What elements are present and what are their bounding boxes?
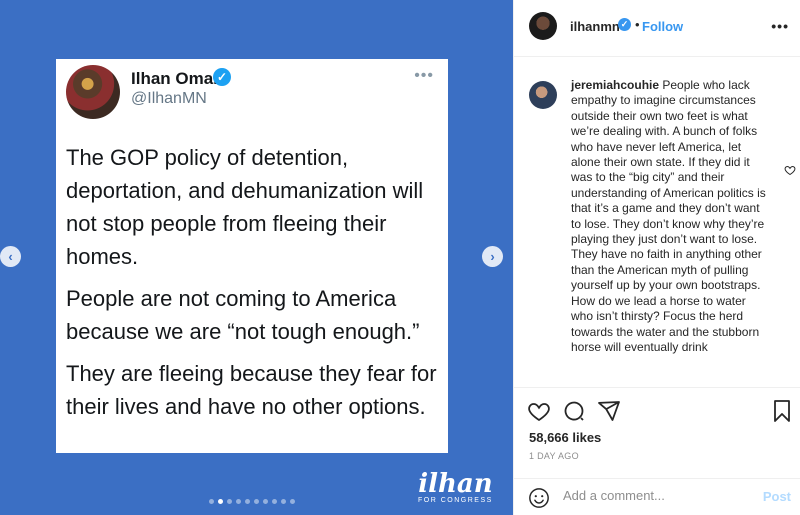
post-timestamp[interactable]: 1 DAY AGO <box>529 451 579 461</box>
tweet-handle: @IlhanMN <box>131 90 207 107</box>
comment-icon[interactable] <box>562 399 586 423</box>
carousel-indicator <box>209 499 295 504</box>
carousel-dot <box>236 499 241 504</box>
carousel-dot <box>218 499 223 504</box>
follow-button[interactable]: Follow <box>642 19 683 34</box>
comment-like-heart-icon[interactable] <box>784 164 796 176</box>
tweet-paragraph: People are not coming to America because… <box>66 286 420 344</box>
brand-logo-subtitle: FOR CONGRESS <box>418 497 493 504</box>
brand-logo: ilhan FOR CONGRESS <box>418 470 493 504</box>
carousel-dot <box>272 499 277 504</box>
tweet-author-name: Ilhan Omar <box>131 69 220 88</box>
post-comment-button[interactable]: Post <box>763 489 791 504</box>
post-header: ilhanmn ✓ • Follow ••• <box>514 0 800 57</box>
carousel-dot <box>263 499 268 504</box>
tweet-avatar <box>66 65 120 119</box>
author-username[interactable]: ilhanmn <box>570 19 620 34</box>
carousel-dot <box>209 499 214 504</box>
carousel-dot <box>254 499 259 504</box>
carousel-dot <box>290 499 295 504</box>
carousel-dot <box>227 499 232 504</box>
heart-icon[interactable] <box>527 399 551 423</box>
emoji-icon[interactable] <box>528 487 550 509</box>
tweet-text: The GOP policy of detention, deportation… <box>66 141 440 432</box>
tweet-card: Ilhan Omar ✓ @IlhanMN ••• The GOP policy… <box>56 59 448 453</box>
tweet-more-icon: ••• <box>414 67 434 84</box>
next-slide-button[interactable]: › <box>482 246 503 267</box>
like-count[interactable]: 58,666 likes <box>529 430 601 445</box>
verified-badge-icon: ✓ <box>213 68 231 86</box>
verified-badge-icon: ✓ <box>618 18 631 31</box>
post-media: Ilhan Omar ✓ @IlhanMN ••• The GOP policy… <box>0 0 513 515</box>
comment-body: jeremiahcouhie People who lack empathy t… <box>571 78 771 355</box>
header-separator: • <box>635 17 640 32</box>
tweet-paragraph: They are fleeing because they fear for t… <box>66 361 437 419</box>
share-icon[interactable] <box>597 399 621 423</box>
more-options-icon[interactable]: ••• <box>771 18 789 34</box>
brand-logo-text: ilhan <box>418 469 493 499</box>
commenter-avatar[interactable] <box>529 81 557 109</box>
author-avatar[interactable] <box>529 12 557 40</box>
comment-text: People who lack empathy to imagine circu… <box>571 78 766 354</box>
commenter-username[interactable]: jeremiahcouhie <box>571 78 659 92</box>
previous-slide-button[interactable]: ‹ <box>0 246 21 267</box>
add-comment-bar: Post <box>514 478 800 515</box>
post-actions: 58,666 likes 1 DAY AGO Post <box>514 387 800 515</box>
tweet-paragraph: The GOP policy of detention, deportation… <box>66 145 424 269</box>
comment-input[interactable] <box>563 488 743 503</box>
carousel-dot <box>281 499 286 504</box>
post-sidebar: ilhanmn ✓ • Follow ••• jeremiahcouhie Pe… <box>513 0 800 515</box>
carousel-dot <box>245 499 250 504</box>
bookmark-icon[interactable] <box>770 399 794 423</box>
